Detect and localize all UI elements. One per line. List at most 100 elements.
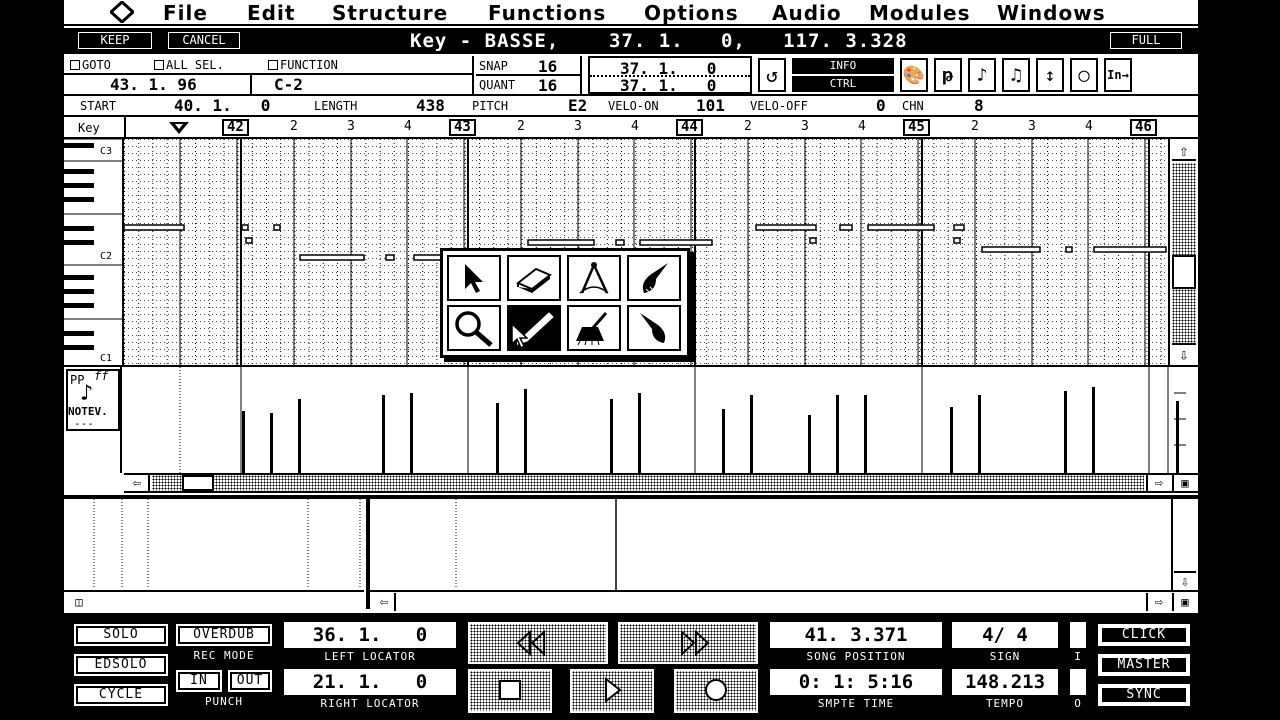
full-button[interactable]: FULL	[1110, 32, 1182, 49]
scroll-thumb[interactable]	[1172, 255, 1196, 289]
smpte-time-field[interactable]: 0: 1: 5:16	[770, 669, 942, 695]
scroll-left-icon[interactable]: ⇦	[126, 475, 150, 491]
magnifier-icon[interactable]	[447, 305, 501, 351]
arrange-scroll-down-icon[interactable]: ⇩	[1174, 571, 1196, 590]
master-button[interactable]: MASTER	[1098, 654, 1190, 676]
menu-functions[interactable]: Functions	[488, 1, 606, 25]
tempo-field[interactable]: 148.213	[952, 669, 1058, 695]
signature-field[interactable]: 4/ 4	[952, 622, 1058, 648]
arrange-scroll-right-icon[interactable]: ⇨	[1146, 593, 1170, 611]
velocity-bars[interactable]	[124, 367, 1198, 473]
velocity-controller-selector[interactable]: PP ff ♪ NOTEV. ---	[64, 367, 122, 473]
rec-mode-label: REC MODE	[193, 649, 255, 662]
right-locator-field[interactable]: 21. 1. 0	[284, 669, 456, 695]
event-pitch[interactable]: E2	[568, 96, 587, 115]
scroll-up-icon[interactable]: ⇧	[1172, 141, 1196, 161]
key-label: Key	[78, 121, 100, 135]
h-scroll-thumb[interactable]	[182, 475, 214, 491]
bar-ruler[interactable]: Key 42 2 3 4 43 2 3 4 44 2 3 4 45 2 3 4 …	[64, 117, 1198, 139]
song-position-field[interactable]: 41. 3.371	[770, 622, 942, 648]
piano-keyboard[interactable]: C3 C2 C1	[64, 138, 124, 365]
function-checkbox[interactable]: FUNCTION	[268, 58, 338, 72]
bar-44[interactable]: 44	[676, 119, 703, 136]
beat-label: 2	[517, 119, 525, 134]
event-length[interactable]: 438	[416, 96, 445, 115]
key-label-c3: C3	[100, 146, 113, 157]
midi-in-label: I	[1074, 650, 1082, 663]
cancel-button[interactable]: CANCEL	[168, 32, 240, 49]
arrange-scroll-left-icon[interactable]: ⇦	[374, 593, 396, 611]
menu-structure[interactable]: Structure	[332, 1, 448, 25]
bar-45[interactable]: 45	[903, 119, 930, 136]
event-velo-on[interactable]: 101	[696, 96, 725, 115]
ctrl-button[interactable]: CTRL	[792, 76, 894, 92]
paint-icon[interactable]	[627, 305, 681, 351]
broom-icon[interactable]	[567, 305, 621, 351]
menu-audio[interactable]: Audio	[772, 1, 842, 25]
play-button[interactable]	[570, 669, 654, 713]
left-locator-field[interactable]: 36. 1. 0	[284, 622, 456, 648]
eraser-icon[interactable]	[507, 255, 561, 301]
arrange-panel-icon[interactable]: ◫	[68, 595, 90, 609]
event-channel[interactable]: 8	[974, 96, 984, 115]
event-velo-off[interactable]: 0	[876, 96, 886, 115]
diamond-logo-icon[interactable]	[110, 1, 134, 23]
beat-label: 2	[290, 119, 298, 134]
resize-icon[interactable]: ▣	[1172, 475, 1196, 491]
loop-icon[interactable]: ↺	[758, 58, 786, 92]
compass-icon[interactable]	[567, 255, 621, 301]
foot-icon[interactable]: ◯	[1070, 58, 1098, 92]
note-updown-icon[interactable]: ↕	[1036, 58, 1064, 92]
arrow-icon[interactable]	[447, 255, 501, 301]
arrange-resize-icon[interactable]: ▣	[1172, 593, 1196, 611]
scroll-right-icon[interactable]: ⇨	[1146, 475, 1170, 491]
signature-label: SIGN	[989, 650, 1021, 663]
horizontal-scrollbar[interactable]: ⇦ ⇨ ▣	[124, 473, 1198, 493]
menu-file[interactable]: File	[163, 1, 208, 25]
keep-button[interactable]: KEEP	[78, 32, 152, 49]
brush-icon[interactable]	[627, 255, 681, 301]
h-scroll-track[interactable]	[152, 475, 1144, 491]
menu-options[interactable]: Options	[644, 1, 739, 25]
punch-in-button[interactable]: IN	[176, 670, 222, 692]
scroll-track[interactable]	[1172, 163, 1196, 343]
transport-bar: SOLO EDSOLO CYCLE OVERDUB REC MODE IN OU…	[64, 613, 1198, 720]
menu-modules[interactable]: Modules	[869, 1, 971, 25]
midi-out-label: O	[1074, 697, 1082, 710]
goto-position[interactable]: 43. 1. 96	[110, 75, 197, 94]
edsolo-button[interactable]: EDSOLO	[74, 654, 168, 676]
note-icon[interactable]: ♪	[968, 58, 996, 92]
bar-42[interactable]: 42	[222, 119, 249, 136]
cycle-button[interactable]: CYCLE	[74, 684, 168, 706]
quant-value[interactable]: 16	[538, 76, 557, 95]
menu-edit[interactable]: Edit	[247, 1, 295, 25]
tempo-label: TEMPO	[985, 697, 1025, 710]
song-position-label: SONG POSITION	[806, 650, 906, 663]
all-sel-checkbox[interactable]: ALL SEL.	[154, 58, 224, 72]
solo-button[interactable]: SOLO	[74, 624, 168, 646]
overdub-button[interactable]: OVERDUB	[176, 624, 272, 646]
in-icon[interactable]: In→	[1104, 58, 1132, 92]
ear-icon[interactable]: թ	[934, 58, 962, 92]
bar-46[interactable]: 46	[1130, 119, 1157, 136]
editor-title-bar: KEEP CANCEL Key - BASSE, 37. 1. 0, 117. …	[64, 28, 1198, 54]
palette-icon[interactable]: 🎨	[900, 58, 928, 92]
goto-note[interactable]: C-2	[274, 75, 303, 94]
info-button[interactable]: INFO	[792, 58, 894, 74]
fast-forward-button[interactable]	[618, 622, 758, 664]
rewind-button[interactable]	[468, 622, 608, 664]
sync-button[interactable]: SYNC	[1098, 684, 1190, 706]
vertical-scrollbar[interactable]: ⇧ ⇩	[1168, 139, 1198, 365]
scroll-down-icon[interactable]: ⇩	[1172, 343, 1196, 364]
song-position-marker-icon[interactable]	[168, 121, 190, 135]
event-start[interactable]: 40. 1. 0	[174, 96, 270, 115]
record-button[interactable]	[674, 669, 758, 713]
menu-windows[interactable]: Windows	[997, 1, 1106, 25]
note-down-icon[interactable]: ♫	[1002, 58, 1030, 92]
bar-43[interactable]: 43	[449, 119, 476, 136]
goto-checkbox[interactable]: GOTO	[70, 58, 111, 72]
quant-label: QUANT	[479, 78, 516, 92]
punch-out-button[interactable]: OUT	[228, 670, 272, 692]
click-button[interactable]: CLICK	[1098, 624, 1190, 646]
stop-button[interactable]	[468, 669, 552, 713]
